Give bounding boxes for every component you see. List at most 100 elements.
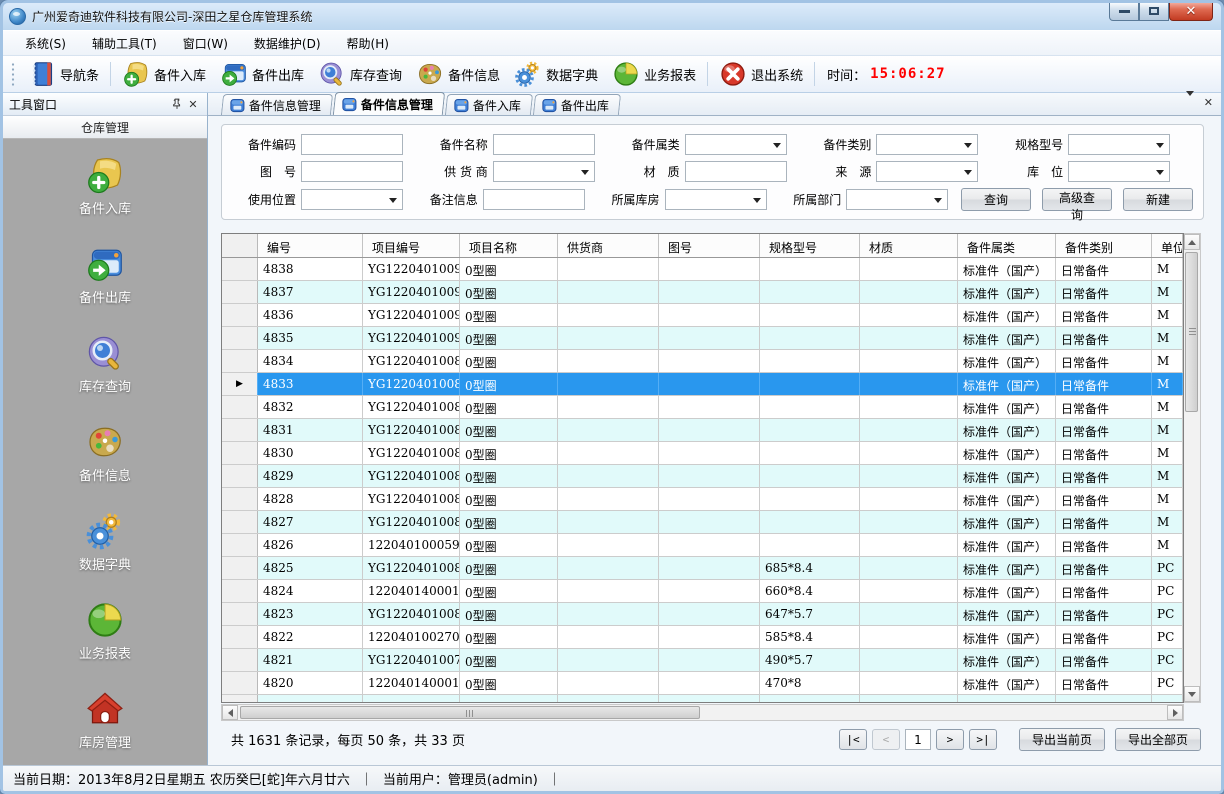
table-row[interactable]: 4827YG122040100820型圈标准件（国产）日常备件M [222,511,1183,534]
table-row[interactable]: 4832YG122040100870型圈标准件（国产）日常备件M [222,396,1183,419]
scroll-right-icon[interactable] [1167,705,1183,720]
export-current-page-button[interactable]: 导出当前页 [1019,728,1105,751]
business-report-icon [612,60,640,88]
table-row[interactable]: 4829YG122040100840型圈标准件（国产）日常备件M [222,465,1183,488]
table-row[interactable]: ▶4833YG122040100880型圈标准件（国产）日常备件M [222,373,1183,396]
scroll-up-icon[interactable] [1184,234,1200,250]
table-row[interactable]: 4835YG122040100900型圈标准件（国产）日常备件M [222,327,1183,350]
toolbar-grip[interactable] [11,62,15,86]
tab-close-icon[interactable]: ✕ [1204,97,1213,108]
parts-table: 编号项目编号项目名称供货商图号规格型号材质备件属类备件类别单位 4838YG12… [221,233,1184,703]
scroll-left-icon[interactable] [222,705,238,720]
sidebar-group-title[interactable]: 仓库管理 [3,116,207,139]
usage-location-select[interactable] [301,189,403,210]
cell-type [1056,695,1152,702]
export-buttons: 导出当前页 导出全部页 [1019,728,1201,751]
menu-item-4[interactable]: 数据维护(D) [242,32,333,55]
table-row[interactable]: 4821YG122040100790型圈490*5.7标准件（国产）日常备件PC [222,649,1183,672]
tab-list-dropdown-icon[interactable] [1186,97,1194,108]
remark-input[interactable] [483,189,585,210]
next-page-button[interactable]: > [936,729,964,750]
part-name-input[interactable] [493,134,595,155]
parts-inbound-button[interactable]: 备件入库 [115,57,213,91]
department-select[interactable] [846,189,948,210]
menu-item-5[interactable]: 帮助(H) [335,32,401,55]
scroll-down-icon[interactable] [1184,686,1200,702]
data-dictionary-button[interactable]: 数据字典 [507,57,605,91]
vertical-scroll-thumb[interactable] [1185,252,1198,412]
inventory-query-button[interactable]: 库存查询 [311,57,409,91]
prev-page-button[interactable]: < [872,729,900,750]
sidebar-item-business-report[interactable]: 业务报表 [79,600,131,662]
table-row[interactable]: 4834YG122040100890型圈标准件（国产）日常备件M [222,350,1183,373]
column-header-unit[interactable]: 单位 [1152,234,1183,257]
table-row[interactable]: 4836YG122040100910型圈标准件（国产）日常备件M [222,304,1183,327]
table-row[interactable]: 4831YG122040100860型圈标准件（国产）日常备件M [222,419,1183,442]
query-button[interactable]: 查询 [961,188,1031,211]
table-row[interactable]: 482012204014000130型圈470*8标准件（国产）日常备件PC [222,672,1183,695]
table-row[interactable]: 4828YG122040100830型圈标准件（国产）日常备件M [222,488,1183,511]
table-row[interactable]: 4838YG122040100930型圈标准件（国产）日常备件M [222,258,1183,281]
column-header-supplier[interactable]: 供货商 [558,234,659,257]
sidebar-item-data-dictionary[interactable]: 数据字典 [79,511,131,573]
supplier-select[interactable] [493,161,595,182]
sidebar-item-inventory-query[interactable]: 库存查询 [79,333,131,395]
menu-item-2[interactable]: 辅助工具(T) [80,32,169,55]
column-header-type[interactable]: 备件类别 [1056,234,1152,257]
table-row[interactable]: 4830YG122040100850型圈标准件（国产）日常备件M [222,442,1183,465]
column-header-spec[interactable]: 规格型号 [760,234,860,257]
sidebar-item-parts-outbound[interactable]: 备件出库 [79,244,131,306]
column-header-id[interactable]: 编号 [258,234,363,257]
page-number-input[interactable] [905,729,931,750]
close-button[interactable]: ✕ [1169,2,1213,21]
maximize-button[interactable] [1139,2,1169,21]
part-code-input[interactable] [301,134,403,155]
menu-item-1[interactable]: 系统(S) [13,32,78,55]
advanced-query-button[interactable]: 高级查询 [1042,188,1112,211]
exit-system-button[interactable]: 退出系统 [712,57,810,91]
tab-1[interactable]: 备件信息管理 [221,94,333,115]
column-header-material[interactable]: 材质 [860,234,958,257]
column-header-category[interactable]: 备件属类 [958,234,1056,257]
navigation-bar-button[interactable]: 导航条 [21,57,106,91]
business-report-button[interactable]: 业务报表 [605,57,703,91]
cell-material [860,649,958,671]
sidebar-item-warehouse-mgmt[interactable]: 库房管理 [79,689,131,751]
export-all-pages-button[interactable]: 导出全部页 [1115,728,1201,751]
table-row[interactable]: 482412204014000120型圈660*8.4标准件（国产）日常备件PC [222,580,1183,603]
table-row[interactable]: 482612204010005990型圈标准件（国产）日常备件M [222,534,1183,557]
table-row[interactable]: 4825YG122040100810型圈685*8.4标准件（国产）日常备件PC [222,557,1183,580]
last-page-button[interactable]: >| [969,729,997,750]
vertical-scrollbar[interactable] [1184,233,1201,703]
source-select[interactable] [876,161,978,182]
table-row[interactable]: 4823YG122040100800型圈647*5.7标准件（国产）日常备件PC [222,603,1183,626]
part-category-select[interactable] [685,134,787,155]
warehouse-select[interactable] [665,189,767,210]
menu-item-3[interactable]: 窗口(W) [171,32,240,55]
horizontal-scrollbar[interactable] [221,704,1184,721]
column-header-name[interactable]: 项目名称 [460,234,558,257]
tool-window-close-icon[interactable]: ✕ [185,96,201,112]
column-header-drawing[interactable]: 图号 [659,234,760,257]
sidebar-item-parts-info[interactable]: 备件信息 [79,422,131,484]
first-page-button[interactable]: |< [839,729,867,750]
horizontal-scroll-thumb[interactable] [240,706,700,719]
column-header-project_no[interactable]: 项目编号 [363,234,460,257]
table-row[interactable]: 482212204010027000型圈585*8.4标准件（国产）日常备件PC [222,626,1183,649]
parts-info-button[interactable]: 备件信息 [409,57,507,91]
sidebar-item-parts-inbound[interactable]: 备件入库 [79,155,131,217]
tab-4[interactable]: 备件出库 [533,94,621,115]
tab-3[interactable]: 备件入库 [445,94,533,115]
material-input[interactable] [685,161,787,182]
new-button[interactable]: 新建 [1123,188,1193,211]
table-row[interactable]: 4837YG122040100920型圈标准件（国产）日常备件M [222,281,1183,304]
part-type-select[interactable] [876,134,978,155]
minimize-button[interactable] [1109,2,1139,21]
parts-outbound-button[interactable]: 备件出库 [213,57,311,91]
spec-model-select[interactable] [1068,134,1170,155]
pin-icon[interactable] [169,96,185,112]
drawing-no-input[interactable] [301,161,403,182]
tab-icon [542,98,557,113]
tab-2[interactable]: 备件信息管理 [333,92,445,115]
stock-location-select[interactable] [1068,161,1170,182]
